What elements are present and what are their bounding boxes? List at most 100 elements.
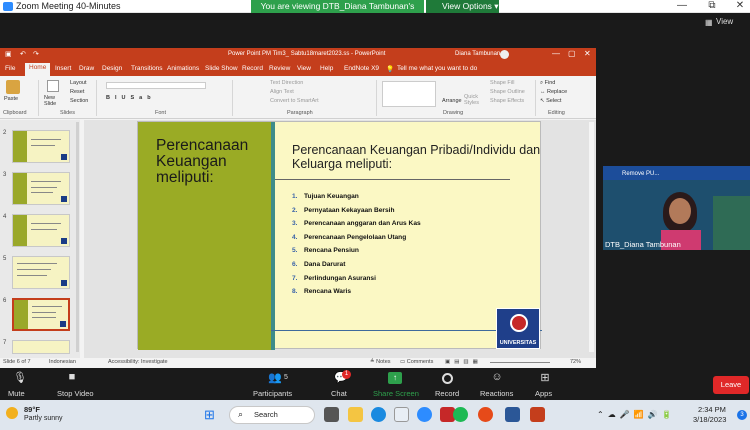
group-font: Font <box>155 110 167 116</box>
select-button[interactable]: ↖ Select <box>540 98 561 104</box>
ppt-restore-icon[interactable]: ▢ <box>568 49 576 58</box>
clock-time[interactable]: 2:34 PM <box>698 405 726 414</box>
chrome-icon[interactable] <box>478 407 493 422</box>
slide-thumbnail[interactable] <box>12 214 70 247</box>
microphone-icon[interactable]: 🎙 <box>12 371 28 384</box>
weather-description[interactable]: Partly sunny <box>24 415 63 422</box>
group-editing: Editing <box>548 110 565 116</box>
zoom-slider[interactable] <box>490 362 550 363</box>
slide-thumbnail[interactable] <box>12 172 70 205</box>
shapes-gallery[interactable] <box>382 81 436 107</box>
slide-thumbnail-selected[interactable] <box>12 298 70 331</box>
record-button[interactable]: Record <box>435 389 459 398</box>
tab-insert[interactable]: Insert <box>55 65 71 72</box>
tab-animations[interactable]: Animations <box>167 65 199 72</box>
view-options-button[interactable]: View Options ▾ <box>426 0 499 13</box>
task-view-icon[interactable] <box>324 407 339 422</box>
clock-date[interactable]: 3/18/2023 <box>693 415 726 424</box>
paste-button[interactable]: Paste <box>4 96 18 102</box>
ppt-minimize-icon[interactable]: — <box>552 49 560 58</box>
find-button[interactable]: ⌕ Find <box>540 80 555 87</box>
zoom-level[interactable]: 72% <box>570 359 581 365</box>
layout-button[interactable]: Layout <box>70 80 87 86</box>
save-icon[interactable]: ▣ <box>5 50 12 58</box>
apps-button[interactable]: Apps <box>535 389 552 398</box>
close-button[interactable]: ✕ <box>730 0 750 11</box>
replace-button[interactable]: ↔ Replace <box>540 89 567 95</box>
thumbs-scrollbar[interactable] <box>76 122 79 352</box>
font-format-buttons[interactable]: BIUSab <box>106 95 156 101</box>
font-name-select[interactable] <box>106 82 206 89</box>
chat-button[interactable]: Chat <box>331 389 347 398</box>
language-status[interactable]: Indonesian <box>49 359 76 365</box>
notification-badge[interactable]: 3 <box>737 410 747 420</box>
participants-icon[interactable]: 👥 <box>265 371 285 384</box>
section-button[interactable]: Section <box>70 98 88 104</box>
file-explorer-icon[interactable] <box>348 407 363 422</box>
view-mode-icons[interactable]: ▣▤▥▦ <box>445 359 482 365</box>
edge-icon[interactable] <box>371 407 386 422</box>
quick-styles-button[interactable]: Quick Styles <box>464 94 479 106</box>
tab-draw[interactable]: Draw <box>79 65 94 72</box>
reset-button[interactable]: Reset <box>70 89 84 95</box>
tab-help[interactable]: Help <box>320 65 333 72</box>
stop-video-button[interactable]: Stop Video <box>57 389 94 398</box>
paste-icon[interactable] <box>6 80 20 94</box>
tab-slide-show[interactable]: Slide Show <box>205 65 238 72</box>
minimize-button[interactable]: — <box>672 0 692 11</box>
tab-home[interactable]: Home <box>25 63 51 76</box>
view-button[interactable]: View <box>716 17 733 26</box>
tab-design[interactable]: Design <box>102 65 122 72</box>
start-icon[interactable]: ⊞ <box>204 407 219 422</box>
shape-outline-button[interactable]: Shape Outline <box>490 89 525 95</box>
shape-effects-button[interactable]: Shape Effects <box>490 98 524 104</box>
weather-icon[interactable] <box>6 407 18 419</box>
ppt-user-name: Diana Tambunan <box>455 51 501 57</box>
leave-button[interactable]: Leave <box>713 376 749 394</box>
redo-icon[interactable]: ↷ <box>33 50 39 58</box>
new-slide-button[interactable]: New Slide <box>44 95 56 107</box>
arrange-button[interactable]: Arrange <box>442 98 462 104</box>
word-icon[interactable] <box>505 407 520 422</box>
new-slide-icon[interactable] <box>47 80 59 92</box>
tab-file[interactable]: File <box>5 65 15 72</box>
tab-review[interactable]: Review <box>269 65 290 72</box>
comments-button[interactable]: ▭ Comments <box>400 359 433 365</box>
share-screen-icon[interactable]: ↑ <box>388 372 402 384</box>
zoom-icon[interactable] <box>417 407 432 422</box>
record-icon[interactable] <box>442 373 453 384</box>
video-overlay-text: Remove PU... <box>622 171 660 177</box>
share-screen-button[interactable]: Share Screen <box>373 389 419 398</box>
video-camera-icon[interactable]: ■ <box>62 371 82 383</box>
reactions-icon[interactable]: ☺ <box>489 371 505 383</box>
tab-transitions[interactable]: Transitions <box>131 65 163 72</box>
convert-smartart-button[interactable]: Convert to SmartArt <box>270 98 319 104</box>
text-direction-button[interactable]: Text Direction <box>270 80 303 86</box>
shape-fill-button[interactable]: Shape Fill <box>490 80 514 86</box>
system-tray-icons[interactable]: ⌃☁🎤📶🔊🔋 <box>597 410 676 419</box>
participants-button[interactable]: Participants <box>253 389 292 398</box>
align-text-button[interactable]: Align Text <box>270 89 294 95</box>
tab-record[interactable]: Record <box>242 65 263 72</box>
notes-button[interactable]: ≜ Notes <box>370 359 391 365</box>
undo-icon[interactable]: ↶ <box>20 50 26 58</box>
ppt-close-icon[interactable]: ✕ <box>584 49 591 58</box>
store-icon[interactable] <box>394 407 409 422</box>
maximize-button[interactable]: ⧉ <box>702 0 722 11</box>
slide-thumbnail[interactable] <box>12 130 70 163</box>
tell-me-input[interactable]: Tell me what you want to do <box>397 65 477 72</box>
mute-button[interactable]: Mute <box>8 389 25 398</box>
reactions-button[interactable]: Reactions <box>480 389 513 398</box>
spotify-icon[interactable] <box>453 407 468 422</box>
apps-icon[interactable]: ⊞ <box>537 371 553 384</box>
canvas-scrollbar[interactable] <box>589 122 594 352</box>
powerpoint-icon[interactable] <box>530 407 545 422</box>
weather-temperature[interactable]: 89°F <box>24 405 40 414</box>
avatar[interactable] <box>500 50 509 59</box>
tab-view[interactable]: View <box>297 65 311 72</box>
group-slides: Slides <box>60 110 75 116</box>
accessibility-status[interactable]: Accessibility: Investigate <box>108 359 168 365</box>
slide-thumbnail[interactable] <box>12 256 70 289</box>
slide-thumbnail[interactable] <box>12 340 70 354</box>
tab-endnote[interactable]: EndNote X9 <box>344 65 379 72</box>
